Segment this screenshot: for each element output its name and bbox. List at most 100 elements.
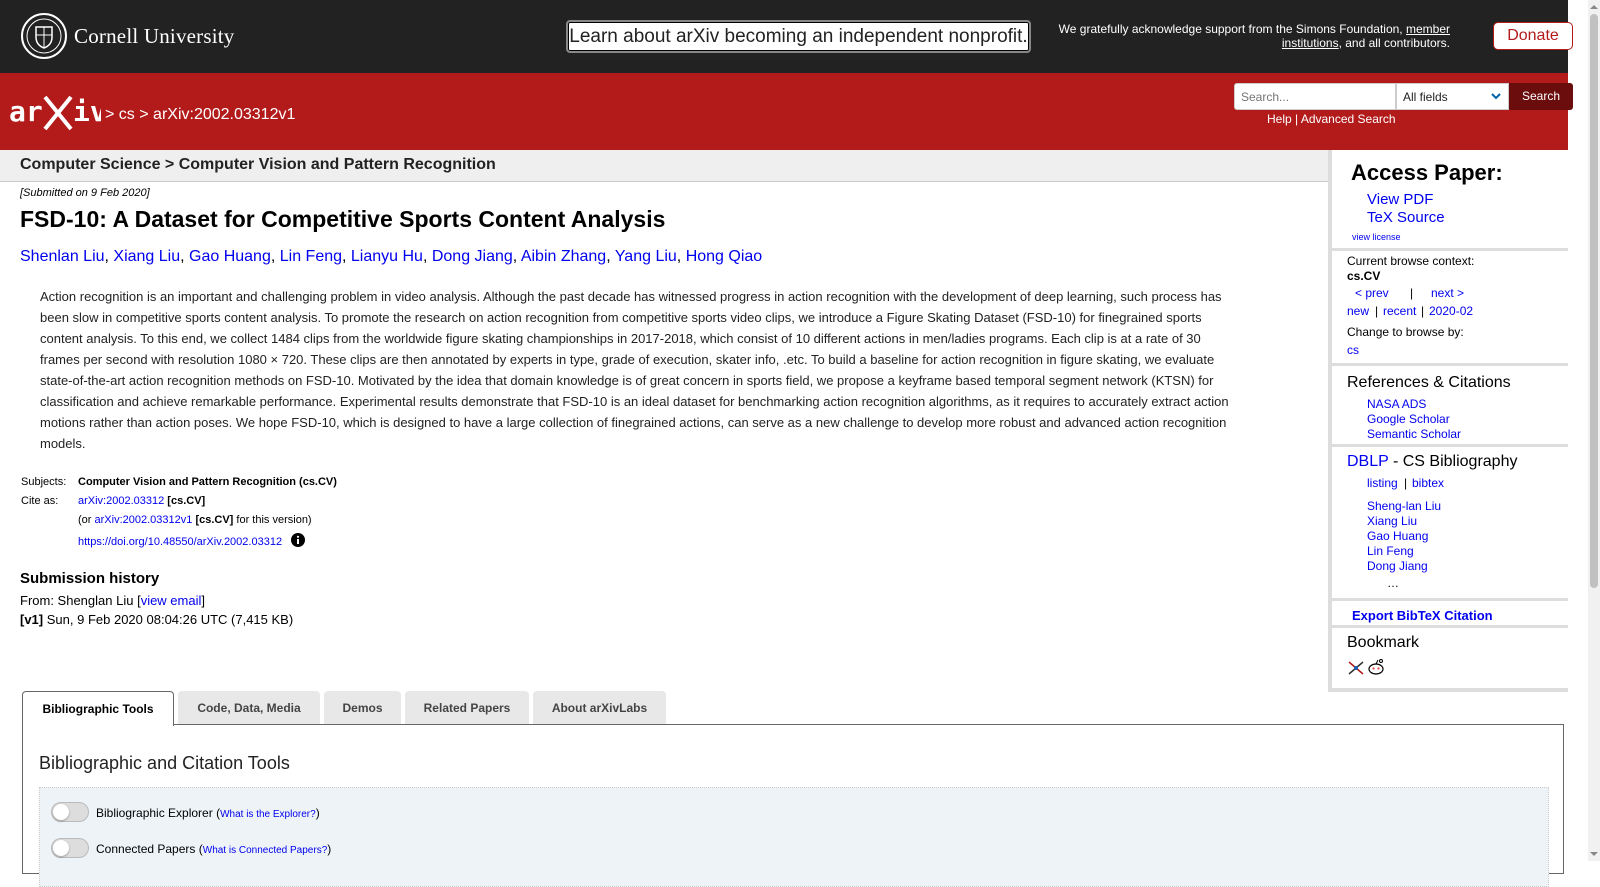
author-link[interactable]: Yang Liu (615, 248, 677, 265)
svg-text:iv: iv (73, 95, 101, 128)
author-link[interactable]: Aibin Zhang (521, 248, 606, 265)
cite-label: Cite as: (21, 495, 59, 507)
cite-category: [cs.CV] (167, 495, 206, 507)
dblp-author-link[interactable]: Lin Feng (1367, 544, 1414, 558)
reddit-icon[interactable] (1367, 658, 1385, 676)
view-license-link[interactable]: view license (1352, 232, 1401, 242)
sidebar-divider (1332, 598, 1568, 601)
what-is-explorer-link[interactable]: What is the Explorer? (220, 809, 316, 820)
references-title: References & Citations (1347, 374, 1511, 391)
author-link[interactable]: Dong Jiang (432, 248, 513, 265)
breadcrumb-separator: > (139, 106, 149, 123)
nonprofit-announcement-button[interactable]: Learn about arXiv becoming an independen… (566, 20, 1031, 53)
new-link[interactable]: new (1347, 304, 1369, 318)
subjects-value-wrap: Computer Vision and Pattern Recognition … (78, 476, 337, 488)
author-link[interactable]: Xiang Liu (113, 248, 180, 265)
abstract-line: been slow in competitive sports content … (40, 310, 1202, 325)
support-suffix: , and all contributors. (1338, 36, 1450, 50)
cornell-seal-icon[interactable] (21, 13, 67, 59)
tex-source-link[interactable]: TeX Source (1367, 209, 1445, 226)
abstract-line: frames per second with resolution 1080 ×… (40, 352, 1215, 367)
search-input[interactable] (1234, 83, 1396, 110)
google-scholar-link[interactable]: Google Scholar (1367, 412, 1450, 426)
dblp-more-ellipsis: … (1387, 576, 1399, 590)
author-link[interactable]: Hong Qiao (686, 248, 763, 265)
cite-id-link[interactable]: arXiv:2002.03312 (78, 495, 164, 507)
scroll-down-arrow-icon[interactable] (1590, 850, 1598, 858)
donate-button[interactable]: Donate (1493, 22, 1573, 50)
month-link[interactable]: 2020-02 (1429, 304, 1473, 318)
tools-box: Bibliographic Explorer (What is the Expl… (39, 787, 1549, 887)
browse-cs-link[interactable]: cs (1347, 343, 1359, 357)
sidebar-divider (1332, 625, 1568, 628)
toggle-knob (53, 804, 69, 820)
page-scrollbar[interactable] (1588, 0, 1600, 861)
change-browse-label: Change to browse by: (1347, 325, 1464, 339)
dblp-author-link[interactable]: Gao Huang (1367, 529, 1428, 543)
dblp-bibtex-link[interactable]: bibtex (1412, 476, 1444, 490)
next-link[interactable]: next > (1431, 286, 1464, 300)
toggle-label-text: Connected Papers (96, 842, 196, 856)
dblp-author-link[interactable]: Sheng-lan Liu (1367, 499, 1441, 513)
dblp-heading: DBLP - CS Bibliography (1347, 453, 1517, 471)
recent-link[interactable]: recent (1383, 304, 1416, 318)
category-heading: Computer Science > Computer Vision and P… (20, 156, 496, 173)
help-links: Help | Advanced Search (1267, 112, 1396, 126)
help-link[interactable]: Help (1267, 112, 1292, 126)
cite-version-suffix: for this version) (236, 514, 312, 526)
arxiv-logo-icon[interactable]: ar iv (9, 91, 101, 133)
search-button[interactable]: Search (1509, 83, 1573, 110)
bibliographic-explorer-label: Bibliographic Explorer (What is the Expl… (96, 806, 320, 820)
chevron-down-icon (1491, 93, 1501, 100)
abstract-line: Action recognition is an important and c… (40, 289, 1222, 304)
tab-related-papers[interactable]: Related Papers (405, 691, 529, 725)
abstract-line: classification and achieve remarkable pe… (40, 394, 1229, 409)
tab-demos[interactable]: Demos (324, 691, 401, 725)
nasa-ads-link[interactable]: NASA ADS (1367, 397, 1426, 411)
tab-bibliographic-tools[interactable]: Bibliographic Tools (22, 691, 174, 726)
search-field-select[interactable]: All fields (1396, 83, 1509, 110)
prev-link[interactable]: < prev (1355, 286, 1389, 300)
sidebar-divider (1332, 444, 1568, 447)
doi-value: https://doi.org/10.48550/arXiv.2002.0331… (78, 533, 306, 548)
cornell-university-logo-text[interactable]: Cornell University (74, 24, 235, 49)
what-is-connected-papers-link[interactable]: What is Connected Papers? (203, 845, 328, 856)
scroll-up-arrow-icon[interactable] (1590, 3, 1598, 11)
scrollbar-thumb[interactable] (1590, 14, 1598, 588)
author-link[interactable]: Gao Huang (189, 248, 271, 265)
bibliographic-explorer-toggle[interactable] (51, 802, 89, 822)
top-banner: Cornell University Learn about arXiv bec… (0, 0, 1573, 73)
dblp-author-link[interactable]: Xiang Liu (1367, 514, 1417, 528)
breadcrumb-separator: > (105, 106, 115, 123)
support-prefix: We gratefully acknowledge support from t… (1058, 22, 1403, 36)
doi-link[interactable]: https://doi.org/10.48550/arXiv.2002.0331… (78, 536, 282, 548)
author-list: Shenlan Liu, Xiang Liu, Gao Huang, Lin F… (20, 248, 763, 265)
tab-about-arxivlabs[interactable]: About arXivLabs (533, 691, 666, 725)
paper-title: FSD-10: A Dataset for Competitive Sports… (20, 206, 666, 232)
bibsonomy-icon[interactable] (1347, 660, 1365, 676)
view-email-link[interactable]: view email (141, 593, 202, 608)
dblp-author-link[interactable]: Dong Jiang (1367, 559, 1428, 573)
view-pdf-link[interactable]: View PDF (1367, 191, 1433, 208)
tab-panel: Bibliographic and Citation Tools Bibliog… (22, 724, 1564, 887)
tab-code-data-media[interactable]: Code, Data, Media (178, 691, 320, 725)
submitted-date: [Submitted on 9 Feb 2020] (20, 187, 150, 199)
help-separator: | (1295, 112, 1299, 126)
pipe-separator: | (1375, 304, 1379, 318)
author-link[interactable]: Lin Feng (280, 248, 342, 265)
cite-version-link[interactable]: arXiv:2002.03312v1 (95, 514, 193, 526)
info-icon[interactable] (291, 533, 306, 547)
browse-context-label: Current browse context: (1347, 254, 1475, 268)
semantic-scholar-link[interactable]: Semantic Scholar (1367, 427, 1461, 441)
author-link[interactable]: Lianyu Hu (351, 248, 423, 265)
panel-title: Bibliographic and Citation Tools (39, 753, 290, 773)
export-bibtex-link[interactable]: Export BibTeX Citation (1352, 608, 1493, 623)
dblp-listing-link[interactable]: listing (1367, 476, 1398, 490)
breadcrumb-cs-link[interactable]: cs (119, 106, 135, 123)
prev-next-separator: | (1410, 286, 1414, 300)
advanced-search-link[interactable]: Advanced Search (1301, 112, 1396, 126)
dblp-link[interactable]: DBLP (1347, 453, 1389, 470)
connected-papers-toggle[interactable] (51, 838, 89, 858)
author-link[interactable]: Shenlan Liu (20, 248, 105, 265)
pipe-separator: | (1421, 304, 1425, 318)
